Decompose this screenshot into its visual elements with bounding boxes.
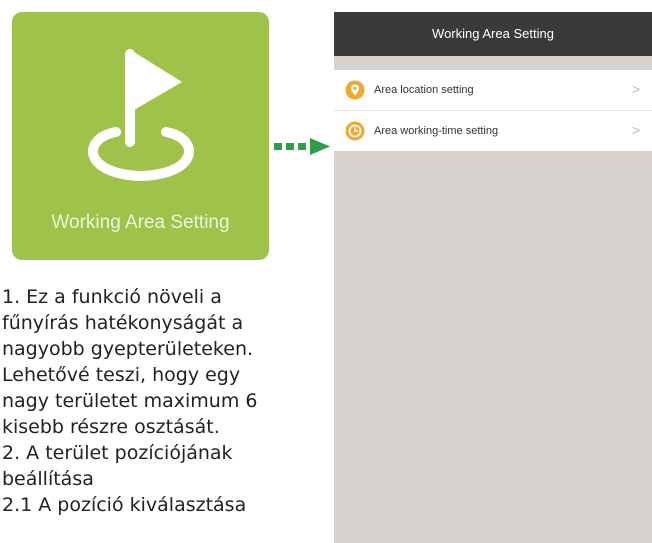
area-working-time-setting-item[interactable]: Area working-time setting > [334, 111, 652, 151]
description-line: beállítása [2, 468, 94, 490]
description-line: nagyobb gyepterületeken. [2, 338, 254, 360]
working-area-setting-tile[interactable]: Working Area Setting [12, 12, 269, 260]
nav-bar-title: Working Area Setting [334, 12, 652, 56]
area-location-setting-label: Area location setting [374, 84, 474, 96]
location-pin-icon [344, 79, 366, 101]
description-text: 1. Ez a funkció növeli a fűnyírás hatéko… [2, 284, 302, 518]
tile-label: Working Area Setting [51, 212, 230, 233]
clock-icon [344, 120, 366, 142]
flag-on-area-icon [88, 49, 194, 182]
dashed-arrow-right-icon [274, 138, 330, 155]
chevron-right-icon: > [631, 122, 640, 138]
phone-screen: Working Area Setting Area location setti… [334, 12, 652, 543]
description-line: 2. A terület pozíciójának [2, 442, 233, 464]
area-location-setting-item[interactable]: Area location setting > [334, 70, 652, 111]
area-working-time-setting-label: Area working-time setting [374, 125, 499, 137]
description-line: 1. Ez a funkció növeli a [2, 286, 222, 308]
settings-list: Area location setting > Area working-tim… [334, 70, 652, 151]
description-line: Lehetővé teszi, hogy egy [2, 364, 241, 386]
description-line: fűnyírás hatékonyságát a [2, 312, 244, 334]
description-line: kisebb részre osztását. [2, 416, 220, 438]
description-line: 2.1 A pozíció kiválasztása [2, 494, 247, 516]
description-line: nagy területet maximum 6 [2, 390, 258, 412]
chevron-right-icon: > [631, 81, 640, 97]
